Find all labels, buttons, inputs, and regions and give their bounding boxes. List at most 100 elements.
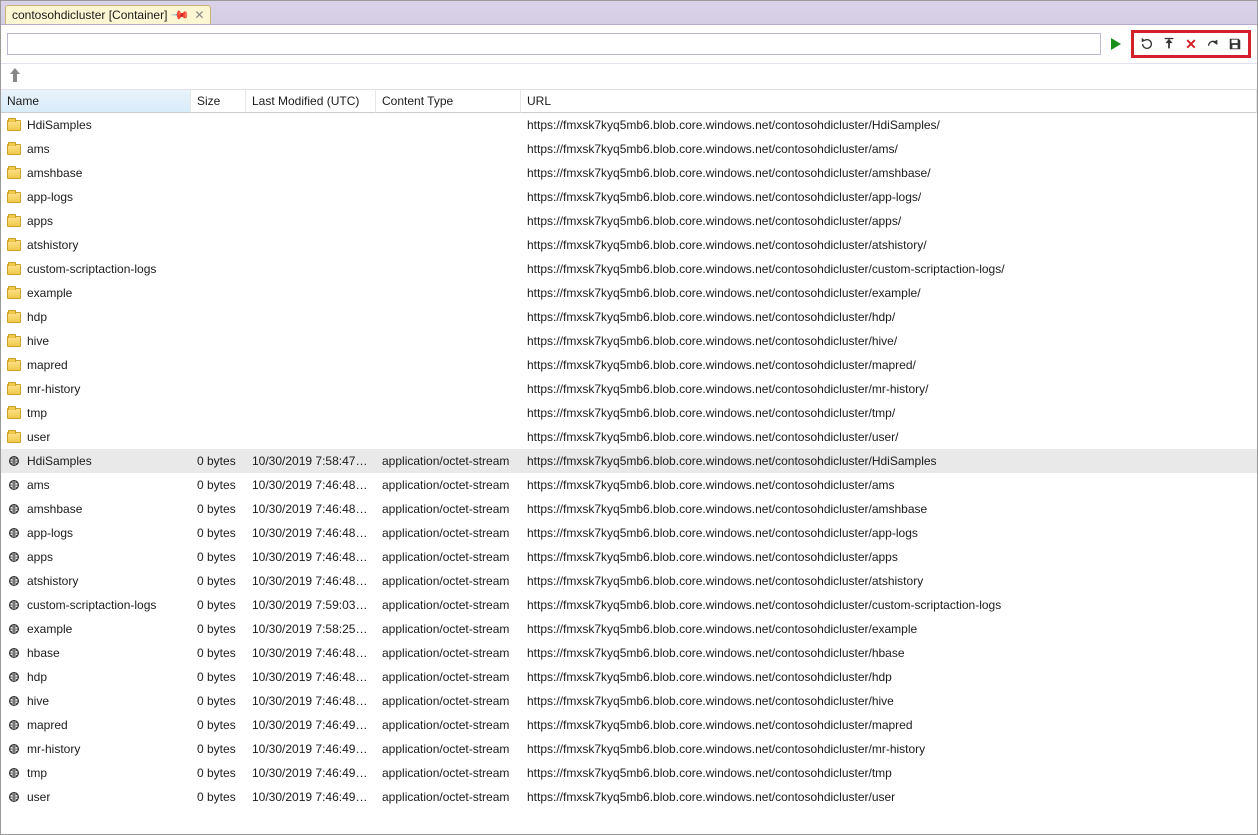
blob-icon [7,670,21,684]
item-size: 0 bytes [191,670,246,684]
table-row[interactable]: mr-historyhttps://fmxsk7kyq5mb6.blob.cor… [1,377,1257,401]
up-button[interactable] [9,68,21,85]
item-modified: 10/30/2019 7:58:47 PM [246,454,376,468]
item-url: https://fmxsk7kyq5mb6.blob.core.windows.… [521,550,1257,564]
blob-icon [7,454,21,468]
open-button[interactable] [1204,35,1222,53]
save-button[interactable] [1226,35,1244,53]
item-type: application/octet-stream [376,790,521,804]
item-url: https://fmxsk7kyq5mb6.blob.core.windows.… [521,214,1257,228]
item-url: https://fmxsk7kyq5mb6.blob.core.windows.… [521,406,1257,420]
table-row[interactable]: HdiSamples0 bytes10/30/2019 7:58:47 PMap… [1,449,1257,473]
table-row[interactable]: tmp0 bytes10/30/2019 7:46:49 PMapplicati… [1,761,1257,785]
item-type: application/octet-stream [376,646,521,660]
container-view-window: contosohdicluster [Container] 📌 ✕ ✕ [0,0,1258,835]
item-modified: 10/30/2019 7:46:48 PM [246,526,376,540]
table-row[interactable]: appshttps://fmxsk7kyq5mb6.blob.core.wind… [1,209,1257,233]
tab-strip: contosohdicluster [Container] 📌 ✕ [1,1,1257,25]
folder-icon [7,384,21,395]
item-url: https://fmxsk7kyq5mb6.blob.core.windows.… [521,502,1257,516]
toolbar-actions-highlight: ✕ [1131,30,1251,58]
table-row[interactable]: ams0 bytes10/30/2019 7:46:48 PMapplicati… [1,473,1257,497]
address-bar-row: ✕ [1,25,1257,64]
delete-button[interactable]: ✕ [1182,35,1200,53]
go-button[interactable] [1107,35,1125,53]
upload-icon [1162,37,1176,51]
item-url: https://fmxsk7kyq5mb6.blob.core.windows.… [521,790,1257,804]
folder-icon [7,408,21,419]
table-row[interactable]: custom-scriptaction-logshttps://fmxsk7ky… [1,257,1257,281]
address-input[interactable] [7,33,1101,55]
table-row[interactable]: custom-scriptaction-logs0 bytes10/30/201… [1,593,1257,617]
table-row[interactable]: amshbasehttps://fmxsk7kyq5mb6.blob.core.… [1,161,1257,185]
blob-icon [7,502,21,516]
item-type: application/octet-stream [376,502,521,516]
blob-icon [7,790,21,804]
table-row[interactable]: app-logshttps://fmxsk7kyq5mb6.blob.core.… [1,185,1257,209]
item-name: tmp [27,406,47,420]
table-row[interactable]: hivehttps://fmxsk7kyq5mb6.blob.core.wind… [1,329,1257,353]
column-header-name[interactable]: Name [1,90,191,113]
table-row[interactable]: atshistoryhttps://fmxsk7kyq5mb6.blob.cor… [1,233,1257,257]
item-url: https://fmxsk7kyq5mb6.blob.core.windows.… [521,286,1257,300]
refresh-button[interactable] [1138,35,1156,53]
blob-icon [7,646,21,660]
table-row[interactable]: mapredhttps://fmxsk7kyq5mb6.blob.core.wi… [1,353,1257,377]
table-row[interactable]: tmp https://fmxsk7kyq5mb6.blob.core.windo… [1,401,1257,425]
item-name: amshbase [27,502,82,516]
folder-icon [7,312,21,323]
item-modified: 10/30/2019 7:46:49 PM [246,742,376,756]
item-url: https://fmxsk7kyq5mb6.blob.core.windows.… [521,454,1257,468]
column-header-size[interactable]: Size [191,90,246,113]
item-modified: 10/30/2019 7:46:49 PM [246,718,376,732]
column-header-url[interactable]: URL [521,90,1257,113]
item-size: 0 bytes [191,742,246,756]
table-row[interactable]: example0 bytes10/30/2019 7:58:25 PMappli… [1,617,1257,641]
item-url: https://fmxsk7kyq5mb6.blob.core.windows.… [521,382,1257,396]
item-name: mapred [27,718,68,732]
close-icon[interactable]: ✕ [194,9,204,21]
table-row[interactable]: mapred 0 bytes10/30/2019 7:46:49 PMapplic… [1,713,1257,737]
table-row[interactable]: userhttps://fmxsk7kyq5mb6.blob.core.wind… [1,425,1257,449]
table-row[interactable]: app-logs0 bytes10/30/2019 7:46:48 PMappl… [1,521,1257,545]
tab-contosohdicluster[interactable]: contosohdicluster [Container] 📌 ✕ [5,5,211,24]
item-size: 0 bytes [191,718,246,732]
table-row[interactable]: mr-history0 bytes10/30/2019 7:46:49 PMap… [1,737,1257,761]
blob-icon [7,742,21,756]
table-row[interactable]: hbase0 bytes10/30/2019 7:46:48 PMapplica… [1,641,1257,665]
item-url: https://fmxsk7kyq5mb6.blob.core.windows.… [521,430,1257,444]
table-row[interactable]: hdp0 bytes10/30/2019 7:46:48 PMapplicati… [1,665,1257,689]
item-modified: 10/30/2019 7:46:49 PM [246,766,376,780]
table-row[interactable]: amshttps://fmxsk7kyq5mb6.blob.core.windo… [1,137,1257,161]
item-name: hive [27,334,49,348]
item-size: 0 bytes [191,694,246,708]
item-type: application/octet-stream [376,454,521,468]
table-row[interactable]: user0 bytes10/30/2019 7:46:49 PMapplicat… [1,785,1257,809]
item-size: 0 bytes [191,478,246,492]
item-modified: 10/30/2019 7:58:25 PM [246,622,376,636]
item-name: example [27,286,72,300]
item-name: user [27,790,50,804]
column-header-type[interactable]: Content Type [376,90,521,113]
upload-button[interactable] [1160,35,1178,53]
table-row[interactable]: apps0 bytes10/30/2019 7:46:48 PMapplicat… [1,545,1257,569]
item-type: application/octet-stream [376,718,521,732]
delete-icon: ✕ [1185,36,1197,53]
item-size: 0 bytes [191,598,246,612]
item-modified: 10/30/2019 7:46:48 PM [246,478,376,492]
item-type: application/octet-stream [376,670,521,684]
table-row[interactable]: HdiSampleshttps://fmxsk7kyq5mb6.blob.cor… [1,113,1257,137]
item-name: example [27,622,72,636]
item-name: ams [27,142,50,156]
table-row[interactable]: atshistory0 bytes10/30/2019 7:46:48 PMap… [1,569,1257,593]
pin-icon[interactable]: 📌 [171,5,190,24]
column-header-modified[interactable]: Last Modified (UTC) [246,90,376,113]
table-row[interactable]: example https://fmxsk7kyq5mb6.blob.core.w… [1,281,1257,305]
folder-icon [7,216,21,227]
item-type: application/octet-stream [376,526,521,540]
item-modified: 10/30/2019 7:46:48 PM [246,502,376,516]
table-row[interactable]: hdphttps://fmxsk7kyq5mb6.blob.core.windo… [1,305,1257,329]
table-row[interactable]: hive0 bytes10/30/2019 7:46:48 PMapplicat… [1,689,1257,713]
table-row[interactable]: amshbase0 bytes10/30/2019 7:46:48 PMappl… [1,497,1257,521]
folder-icon [7,432,21,443]
